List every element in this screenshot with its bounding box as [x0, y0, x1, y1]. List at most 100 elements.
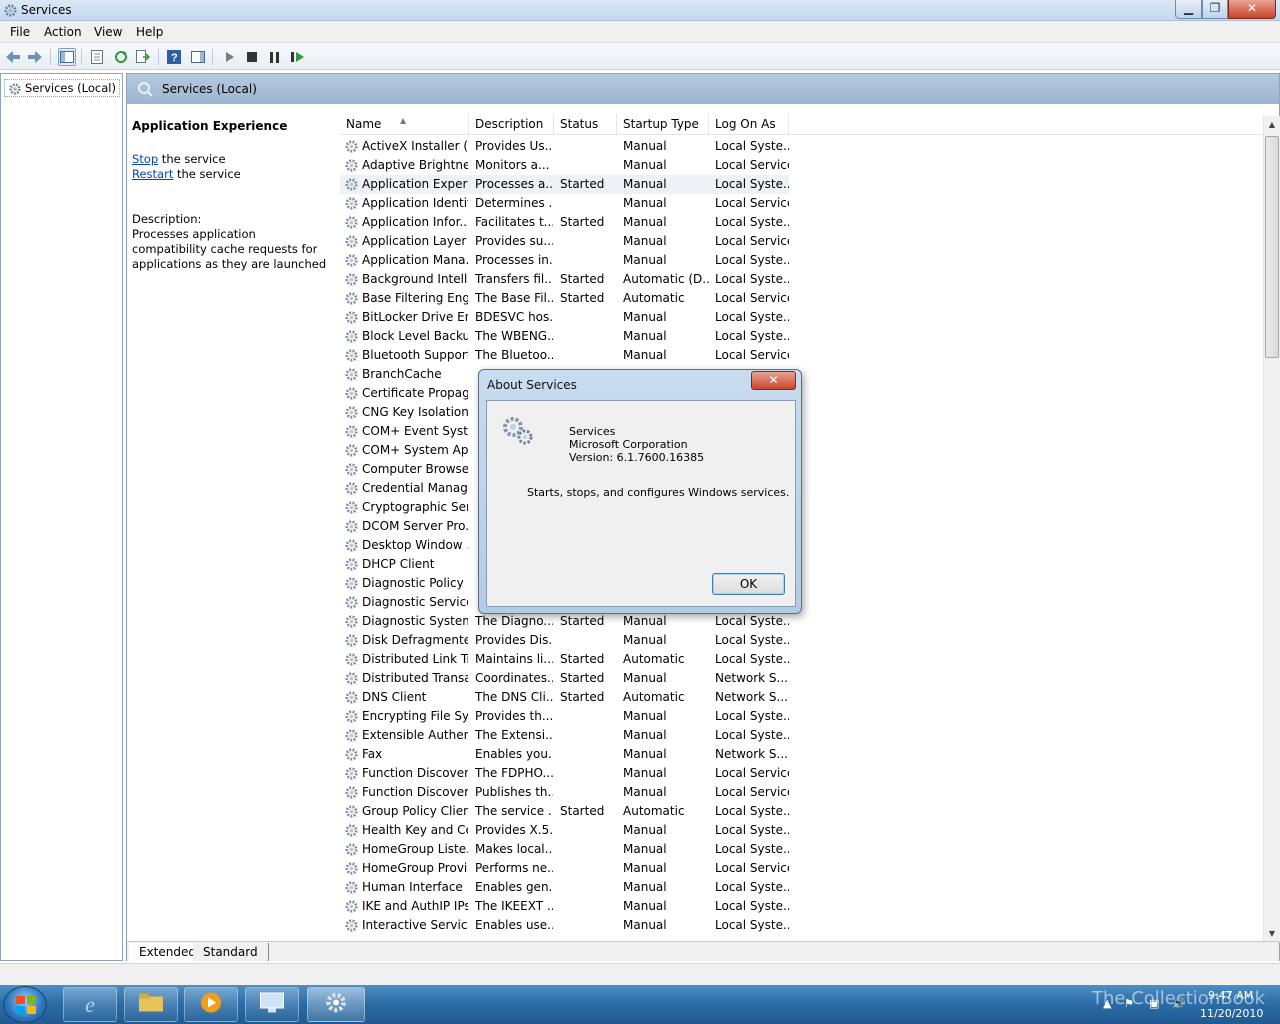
cell-name: Application Experi... — [362, 177, 468, 191]
scrollbar-thumb[interactable] — [1265, 136, 1279, 358]
cell-startup: Manual — [623, 709, 667, 723]
maximize-button[interactable]: ❐ — [1202, 0, 1228, 19]
cell-name: Fax — [362, 747, 383, 761]
tree-item-services-local[interactable]: Services (Local) — [4, 79, 120, 97]
menu-view[interactable]: View — [94, 25, 122, 39]
service-gear-icon — [344, 785, 359, 800]
table-row[interactable]: Bluetooth Support... The Bluetoo... Manual… — [340, 346, 1265, 365]
dialog-body: Services Microsoft Corporation Version: … — [486, 400, 796, 607]
cell-desc: Processes a... — [475, 177, 553, 191]
clock-time[interactable]: 9:47 AM — [1208, 989, 1253, 1002]
menu-file[interactable]: File — [10, 25, 30, 39]
start-button[interactable] — [3, 986, 47, 1023]
table-row[interactable]: ActiveX Installer (... Provides Us... Manu… — [340, 137, 1265, 156]
services-gear-icon — [9, 83, 21, 95]
table-row[interactable]: Application Mana... Processes in... Manual… — [340, 251, 1265, 270]
ok-button[interactable]: OK — [712, 573, 785, 595]
help-icon[interactable]: ? — [165, 48, 183, 66]
table-row[interactable]: Fax Enables you... Manual Network S... — [340, 745, 1265, 764]
cell-name: Application Identity — [362, 196, 468, 210]
stop-service-icon[interactable] — [243, 48, 261, 66]
service-gear-icon — [344, 386, 359, 401]
minimize-button[interactable]: ▁ — [1175, 0, 1202, 19]
taskbar-explorer[interactable] — [124, 987, 178, 1022]
table-row[interactable]: Background Intelli... Transfers fil... Sta… — [340, 270, 1265, 289]
show-hide-console-tree-icon[interactable] — [58, 48, 76, 66]
table-row[interactable]: Block Level Backu... The WBENG... Manual Lo… — [340, 327, 1265, 346]
taskbar-internet-explorer[interactable]: e — [63, 987, 117, 1022]
table-row[interactable]: Distributed Link Tr... Maintains li... Sta… — [340, 650, 1265, 669]
table-row[interactable]: HomeGroup Provi... Performs ne... Manual Lo… — [340, 859, 1265, 878]
cell-logon: Local Syste... — [715, 253, 789, 267]
close-button[interactable]: ✕ — [1228, 0, 1276, 19]
title-bar[interactable]: Services ▁ ❐ ✕ — [0, 0, 1280, 21]
column-header-description[interactable]: Description — [469, 114, 554, 135]
table-row[interactable]: Extensible Authen... The Extensi... Manual… — [340, 726, 1265, 745]
table-row[interactable]: Application Identity Determines ... Manual… — [340, 194, 1265, 213]
service-gear-icon — [344, 367, 359, 382]
refresh-icon[interactable] — [112, 48, 130, 66]
table-row[interactable]: HomeGroup Liste... Makes local... Manual Lo… — [340, 840, 1265, 859]
table-row[interactable]: Human Interface ... Enables gen... Manual L… — [340, 878, 1265, 897]
cell-startup: Manual — [623, 918, 667, 932]
cell-status: Started — [560, 804, 605, 818]
table-row[interactable]: Group Policy Client The service ... Starte… — [340, 802, 1265, 821]
service-gear-icon — [344, 348, 359, 363]
restart-service-icon[interactable] — [289, 48, 307, 66]
table-row[interactable]: Disk Defragmenter Provides Dis... Manual Lo… — [340, 631, 1265, 650]
table-row[interactable]: Application Experi... Processes a... Start… — [340, 175, 789, 194]
table-row[interactable]: DNS Client The DNS Cli... Started Automatic… — [340, 688, 1265, 707]
column-header-name[interactable]: Name ▲ — [340, 114, 469, 135]
start-service-play-icon[interactable] — [221, 48, 239, 66]
service-gear-icon — [344, 538, 359, 553]
table-row[interactable]: Application Layer ... Provides su... Manua… — [340, 232, 1265, 251]
table-row[interactable]: Function Discover... The FDPHO... Manual Lo… — [340, 764, 1265, 783]
service-gear-icon — [344, 614, 359, 629]
dialog-close-button[interactable]: ✕ — [751, 371, 796, 390]
stop-service-link[interactable]: Stop — [132, 152, 158, 166]
clock-date[interactable]: 11/20/2010 — [1200, 1007, 1263, 1020]
table-row[interactable]: Diagnostic System... The Diagno... Started… — [340, 612, 1265, 631]
column-header-status[interactable]: Status — [554, 114, 617, 135]
show-action-pane-icon[interactable] — [189, 48, 207, 66]
pause-service-icon[interactable] — [266, 48, 284, 66]
vertical-scrollbar[interactable]: ▲ ▼ — [1263, 116, 1280, 942]
show-hidden-icons-icon[interactable]: ▲ — [1103, 997, 1111, 1010]
export-list-icon[interactable] — [134, 48, 152, 66]
column-header-log-on-as[interactable]: Log On As — [709, 114, 789, 135]
menu-action[interactable]: Action — [44, 25, 82, 39]
taskbar-media-player[interactable] — [184, 987, 238, 1022]
tab-standard[interactable]: Standard — [193, 943, 269, 961]
cell-desc: Enables gen... — [475, 880, 553, 894]
table-row[interactable]: Interactive Service... Enables use... Manu… — [340, 916, 1265, 935]
properties-icon[interactable] — [88, 48, 106, 66]
volume-icon[interactable]: 🔊 — [1172, 997, 1186, 1010]
forward-arrow-icon[interactable] — [26, 48, 44, 66]
sort-ascending-icon: ▲ — [400, 116, 407, 125]
cell-name: Function Discover... — [362, 785, 468, 799]
restart-service-link[interactable]: Restart — [132, 167, 173, 181]
table-row[interactable]: IKE and AuthIP IPs... The IKEEXT ... Manua… — [340, 897, 1265, 916]
scroll-up-icon[interactable]: ▲ — [1264, 116, 1280, 133]
table-row[interactable]: BitLocker Drive En... BDESVC hos... Manual… — [340, 308, 1265, 327]
taskbar-services[interactable] — [307, 987, 365, 1022]
table-row[interactable]: Function Discover... Publishes th... Manua… — [340, 783, 1265, 802]
table-row[interactable]: Application Infor... Facilitates t... Star… — [340, 213, 1265, 232]
table-row[interactable]: Adaptive Brightness Monitors a... Manual Lo… — [340, 156, 1265, 175]
service-gear-icon — [344, 861, 359, 876]
table-row[interactable]: Health Key and Ce... Provides X.5... Manua… — [340, 821, 1265, 840]
table-row[interactable]: Base Filtering Engi... The Base Fil... Sta… — [340, 289, 1265, 308]
cell-status: Started — [560, 215, 605, 229]
service-gear-icon — [344, 234, 359, 249]
menu-help[interactable]: Help — [136, 25, 163, 39]
table-row[interactable]: Encrypting File Sy... Provides th... Manua… — [340, 707, 1265, 726]
table-row[interactable]: Distributed Transa... Coordinates... Start… — [340, 669, 1265, 688]
scroll-down-icon[interactable]: ▼ — [1264, 925, 1280, 942]
taskbar-control-panel[interactable] — [245, 987, 299, 1022]
action-center-flag-icon[interactable]: ⚑ — [1124, 997, 1134, 1010]
back-arrow-icon[interactable] — [4, 48, 22, 66]
service-gear-icon — [344, 557, 359, 572]
network-icon[interactable]: ▣ — [1149, 997, 1159, 1010]
column-header-startup-type[interactable]: Startup Type — [617, 114, 709, 135]
windows-logo-icon — [16, 996, 36, 1014]
